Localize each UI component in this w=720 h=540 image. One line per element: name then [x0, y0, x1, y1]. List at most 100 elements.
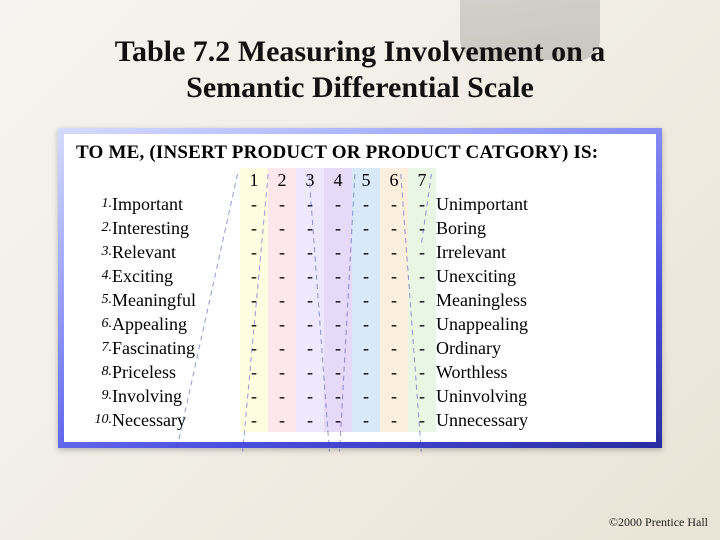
table-row: 10.Necessary-------Unnecessary	[88, 408, 528, 432]
left-adjective: Exciting	[112, 264, 240, 288]
scale-cell[interactable]: -	[352, 240, 380, 264]
scale-cell[interactable]: -	[324, 240, 352, 264]
row-number: 1.	[88, 192, 112, 216]
col-header-2: 2	[268, 168, 296, 192]
col-header-3: 3	[296, 168, 324, 192]
scale-cell[interactable]: -	[240, 240, 268, 264]
scale-cell[interactable]: -	[352, 264, 380, 288]
scale-cell[interactable]: -	[324, 360, 352, 384]
scale-cell[interactable]: -	[408, 216, 436, 240]
row-number: 6.	[88, 312, 112, 336]
scale-cell[interactable]: -	[324, 336, 352, 360]
scale-cell[interactable]: -	[268, 336, 296, 360]
scale-cell[interactable]: -	[240, 216, 268, 240]
scale-cell[interactable]: -	[324, 408, 352, 432]
scale-cell[interactable]: -	[268, 216, 296, 240]
scale-cell[interactable]: -	[408, 264, 436, 288]
scale-cell[interactable]: -	[240, 192, 268, 216]
scale-cell[interactable]: -	[380, 240, 408, 264]
scale-cell[interactable]: -	[240, 408, 268, 432]
scale-cell[interactable]: -	[380, 264, 408, 288]
scale-cell[interactable]: -	[240, 360, 268, 384]
scale-cell[interactable]: -	[268, 384, 296, 408]
scale-cell[interactable]: -	[268, 240, 296, 264]
table-row: 7.Fascinating-------Ordinary	[88, 336, 528, 360]
scale-cell[interactable]: -	[408, 312, 436, 336]
scale-cell[interactable]: -	[352, 336, 380, 360]
row-number: 2.	[88, 216, 112, 240]
scale-cell[interactable]: -	[296, 288, 324, 312]
scale-cell[interactable]: -	[296, 264, 324, 288]
table-row: 1.Important-------Unimportant	[88, 192, 528, 216]
col-header-5: 5	[352, 168, 380, 192]
scale-cell[interactable]: -	[380, 336, 408, 360]
scale-cell[interactable]: -	[240, 288, 268, 312]
scale-cell[interactable]: -	[380, 192, 408, 216]
scale-cell[interactable]: -	[380, 384, 408, 408]
scale-cell[interactable]: -	[408, 408, 436, 432]
scale-cell[interactable]: -	[324, 288, 352, 312]
scale-cell[interactable]: -	[296, 240, 324, 264]
scale-cell[interactable]: -	[352, 408, 380, 432]
scale-cell[interactable]: -	[380, 408, 408, 432]
left-adjective: Priceless	[112, 360, 240, 384]
right-adjective: Meaningless	[436, 288, 528, 312]
left-adjective: Interesting	[112, 216, 240, 240]
scale-cell[interactable]: -	[296, 312, 324, 336]
scale-cell[interactable]: -	[352, 312, 380, 336]
scale-cell[interactable]: -	[352, 288, 380, 312]
scale-cell[interactable]: -	[408, 336, 436, 360]
scale-cell[interactable]: -	[408, 384, 436, 408]
table-row: 4.Exciting-------Unexciting	[88, 264, 528, 288]
scale-cell[interactable]: -	[324, 216, 352, 240]
scale-cell[interactable]: -	[296, 360, 324, 384]
scale-cell[interactable]: -	[352, 384, 380, 408]
scale-cell[interactable]: -	[352, 192, 380, 216]
scale-cell[interactable]: -	[324, 384, 352, 408]
scale-cell[interactable]: -	[240, 336, 268, 360]
table-row: 6.Appealing-------Unappealing	[88, 312, 528, 336]
row-number: 7.	[88, 336, 112, 360]
scale-cell[interactable]: -	[380, 288, 408, 312]
scale-cell[interactable]: -	[324, 312, 352, 336]
scale-cell[interactable]: -	[296, 192, 324, 216]
copyright: ©2000 Prentice Hall	[609, 515, 708, 530]
instruction-header: TO ME, (INSERT PRODUCT OR PRODUCT CATGOR…	[76, 142, 644, 164]
table-row: 8.Priceless-------Worthless	[88, 360, 528, 384]
right-adjective: Unappealing	[436, 312, 528, 336]
table-row: 3.Relevant-------Irrelevant	[88, 240, 528, 264]
scale-cell[interactable]: -	[296, 384, 324, 408]
scale-cell[interactable]: -	[380, 312, 408, 336]
scale-cell[interactable]: -	[268, 408, 296, 432]
scale-cell[interactable]: -	[268, 192, 296, 216]
scale-cell[interactable]: -	[408, 288, 436, 312]
scale-cell[interactable]: -	[296, 216, 324, 240]
right-adjective: Boring	[436, 216, 528, 240]
left-adjective: Relevant	[112, 240, 240, 264]
scale-cell[interactable]: -	[296, 408, 324, 432]
left-adjective: Involving	[112, 384, 240, 408]
scale-cell[interactable]: -	[408, 240, 436, 264]
scale-cell[interactable]: -	[408, 360, 436, 384]
scale-cell[interactable]: -	[352, 216, 380, 240]
row-number: 4.	[88, 264, 112, 288]
scale-cell[interactable]: -	[268, 288, 296, 312]
table-panel: TO ME, (INSERT PRODUCT OR PRODUCT CATGOR…	[58, 128, 662, 448]
scale-cell[interactable]: -	[380, 360, 408, 384]
scale-cell[interactable]: -	[408, 192, 436, 216]
scale-cell[interactable]: -	[268, 264, 296, 288]
scale-cell[interactable]: -	[268, 360, 296, 384]
scale-cell[interactable]: -	[268, 312, 296, 336]
right-adjective: Worthless	[436, 360, 528, 384]
table-row: 5.Meaningful-------Meaningless	[88, 288, 528, 312]
row-number: 10.	[88, 408, 112, 432]
scale-cell[interactable]: -	[324, 264, 352, 288]
scale-cell[interactable]: -	[380, 216, 408, 240]
scale-cell[interactable]: -	[296, 336, 324, 360]
scale-cell[interactable]: -	[352, 360, 380, 384]
scale-cell[interactable]: -	[240, 312, 268, 336]
page-title: Table 7.2 Measuring Involvement on a Sem…	[0, 34, 720, 106]
scale-cell[interactable]: -	[324, 192, 352, 216]
scale-cell[interactable]: -	[240, 264, 268, 288]
scale-cell[interactable]: -	[240, 384, 268, 408]
